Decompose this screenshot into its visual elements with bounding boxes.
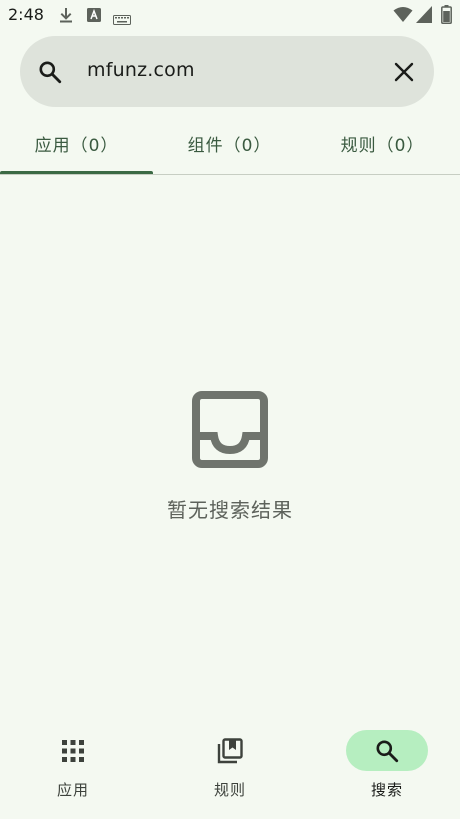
tab-indicator	[0, 171, 153, 174]
close-icon	[394, 62, 414, 82]
signal-icon	[416, 6, 432, 27]
tab-components[interactable]: 组件（0）	[153, 120, 306, 173]
tab-apps[interactable]: 应用（0）	[0, 120, 153, 173]
bookmarks-icon	[217, 737, 243, 763]
keyboard-icon	[113, 10, 131, 29]
search-icon	[376, 739, 399, 762]
nav-label-rules: 规则	[213, 781, 246, 799]
search-bar[interactable]	[20, 36, 434, 107]
nav-pill-active	[346, 730, 428, 771]
nav-pill	[32, 730, 114, 771]
inbox-icon	[192, 391, 268, 472]
font-icon	[87, 7, 101, 26]
clear-search-button[interactable]	[386, 54, 422, 90]
search-input[interactable]: mfunz.com	[87, 59, 195, 81]
nav-label-search: 搜索	[370, 781, 403, 799]
nav-item-apps[interactable]: 应用	[23, 730, 123, 810]
nav-pill	[189, 730, 271, 771]
nav-item-rules[interactable]: 规则	[180, 730, 280, 810]
download-icon	[58, 7, 74, 27]
empty-state-message: 暂无搜索结果	[167, 498, 293, 522]
status-bar: 2:48	[0, 0, 460, 30]
nav-label-apps: 应用	[56, 781, 89, 799]
wifi-icon	[393, 6, 413, 27]
search-icon	[37, 59, 63, 89]
nav-item-search[interactable]: 搜索	[337, 730, 437, 810]
tab-bar: 应用（0） 组件（0） 规则（0）	[0, 120, 460, 175]
status-time: 2:48	[8, 5, 44, 24]
tab-rules[interactable]: 规则（0）	[306, 120, 459, 173]
battery-icon	[441, 5, 452, 28]
apps-grid-icon	[62, 739, 84, 762]
